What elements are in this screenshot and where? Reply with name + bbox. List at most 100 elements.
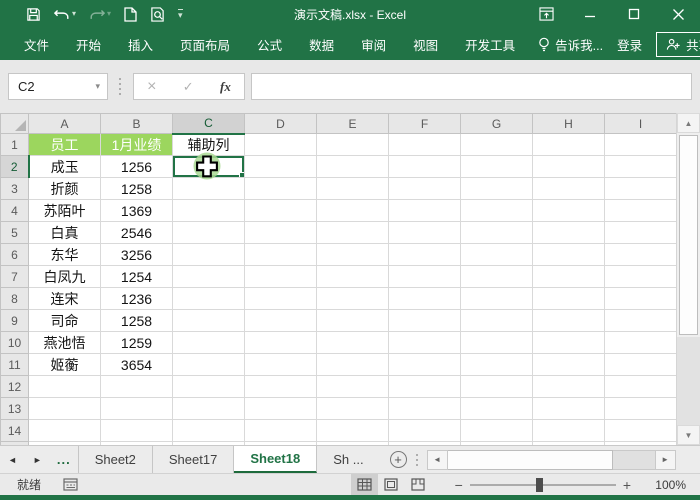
- cell-D1[interactable]: [244, 133, 317, 156]
- close-icon[interactable]: [656, 0, 700, 28]
- cell-F6[interactable]: [388, 243, 461, 266]
- cell-E1[interactable]: [316, 133, 389, 156]
- cell-H8[interactable]: [532, 287, 605, 310]
- cell-G11[interactable]: [460, 353, 533, 376]
- cell-E10[interactable]: [316, 331, 389, 354]
- cell-H1[interactable]: [532, 133, 605, 156]
- undo-icon[interactable]: ▾: [54, 7, 76, 21]
- cell-D2[interactable]: [244, 155, 317, 178]
- cell-E8[interactable]: [316, 287, 389, 310]
- cell-C7[interactable]: [172, 265, 245, 288]
- zoom-level-label[interactable]: 100%: [648, 478, 686, 492]
- cell-H9[interactable]: [532, 309, 605, 332]
- cancel-icon[interactable]: ×: [147, 78, 156, 96]
- cell-G2[interactable]: [460, 155, 533, 178]
- cell-A5[interactable]: 白真: [28, 221, 101, 244]
- cell-C9[interactable]: [172, 309, 245, 332]
- cell-H13[interactable]: [532, 397, 605, 420]
- cell-E3[interactable]: [316, 177, 389, 200]
- cell-A2[interactable]: 成玉: [28, 155, 101, 178]
- cell-B6[interactable]: 3256: [100, 243, 173, 266]
- row-header-14[interactable]: 14: [0, 419, 29, 442]
- name-box[interactable]: ▾: [8, 73, 108, 100]
- cell-F1[interactable]: [388, 133, 461, 156]
- cell-C14[interactable]: [172, 419, 245, 442]
- select-all-corner[interactable]: [0, 113, 29, 134]
- cell-G9[interactable]: [460, 309, 533, 332]
- cell-I6[interactable]: [604, 243, 676, 266]
- cell-G7[interactable]: [460, 265, 533, 288]
- column-header-I[interactable]: I: [604, 113, 676, 134]
- new-file-icon[interactable]: [124, 6, 137, 22]
- cell-G12[interactable]: [460, 375, 533, 398]
- cell-D6[interactable]: [244, 243, 317, 266]
- ribbon-tab-view[interactable]: 视图: [409, 35, 442, 54]
- cell-B7[interactable]: 1254: [100, 265, 173, 288]
- cell-B13[interactable]: [100, 397, 173, 420]
- cell-E12[interactable]: [316, 375, 389, 398]
- cell-B1[interactable]: 1月业绩: [100, 133, 173, 156]
- cell-D12[interactable]: [244, 375, 317, 398]
- cell-G4[interactable]: [460, 199, 533, 222]
- cell-D9[interactable]: [244, 309, 317, 332]
- cell-E14[interactable]: [316, 419, 389, 442]
- zoom-slider-handle[interactable]: [535, 477, 543, 492]
- cell-B3[interactable]: 1258: [100, 177, 173, 200]
- cell-I2[interactable]: [604, 155, 676, 178]
- column-header-E[interactable]: E: [316, 113, 389, 134]
- cell-H7[interactable]: [532, 265, 605, 288]
- cell-G5[interactable]: [460, 221, 533, 244]
- cell-F12[interactable]: [388, 375, 461, 398]
- cell-I12[interactable]: [604, 375, 676, 398]
- row-header-6[interactable]: 6: [0, 243, 29, 266]
- cell-C12[interactable]: [172, 375, 245, 398]
- cell-D14[interactable]: [244, 419, 317, 442]
- scroll-down-icon[interactable]: ▼: [677, 425, 700, 445]
- normal-view-icon[interactable]: [350, 474, 378, 495]
- hscroll-left-icon[interactable]: ◄: [426, 449, 448, 470]
- name-box-input[interactable]: [9, 79, 79, 94]
- sheet-nav-right-icon[interactable]: ►: [25, 446, 50, 473]
- cell-G13[interactable]: [460, 397, 533, 420]
- undo-caret-icon[interactable]: ▾: [72, 10, 76, 18]
- row-header-12[interactable]: 12: [0, 375, 29, 398]
- cell-D11[interactable]: [244, 353, 317, 376]
- cell-F7[interactable]: [388, 265, 461, 288]
- horizontal-scroll-track[interactable]: [612, 449, 655, 470]
- ribbon-tab-data[interactable]: 数据: [305, 35, 338, 54]
- cell-A1[interactable]: 员工: [28, 133, 101, 156]
- fill-handle[interactable]: [239, 172, 244, 177]
- cell-C10[interactable]: [172, 331, 245, 354]
- ribbon-tab-home[interactable]: 开始: [72, 35, 105, 54]
- cell-D5[interactable]: [244, 221, 317, 244]
- row-header-10[interactable]: 10: [0, 331, 29, 354]
- cell-F3[interactable]: [388, 177, 461, 200]
- cell-A14[interactable]: [28, 419, 101, 442]
- cell-I14[interactable]: [604, 419, 676, 442]
- cell-F2[interactable]: [388, 155, 461, 178]
- cell-I3[interactable]: [604, 177, 676, 200]
- cell-E13[interactable]: [316, 397, 389, 420]
- tell-me-box[interactable]: 告诉我...: [538, 35, 603, 54]
- sheet-nav-left-icon[interactable]: ◄: [0, 446, 25, 473]
- cell-A11[interactable]: 姬蘅: [28, 353, 101, 376]
- cell-E5[interactable]: [316, 221, 389, 244]
- cell-F10[interactable]: [388, 331, 461, 354]
- cell-C1[interactable]: 辅助列: [172, 133, 245, 156]
- horizontal-scrollbar[interactable]: ◄ ►: [426, 449, 688, 470]
- scroll-up-icon[interactable]: ▲: [677, 113, 700, 133]
- horizontal-scroll-thumb[interactable]: [447, 449, 613, 470]
- cell-B5[interactable]: 2546: [100, 221, 173, 244]
- cell-I9[interactable]: [604, 309, 676, 332]
- cell-I10[interactable]: [604, 331, 676, 354]
- cell-B4[interactable]: 1369: [100, 199, 173, 222]
- cell-I13[interactable]: [604, 397, 676, 420]
- cell-F11[interactable]: [388, 353, 461, 376]
- ribbon-tab-developer[interactable]: 开发工具: [461, 35, 519, 54]
- cell-G1[interactable]: [460, 133, 533, 156]
- column-header-D[interactable]: D: [244, 113, 317, 134]
- row-header-3[interactable]: 3: [0, 177, 29, 200]
- cell-D10[interactable]: [244, 331, 317, 354]
- cell-E7[interactable]: [316, 265, 389, 288]
- cell-C6[interactable]: [172, 243, 245, 266]
